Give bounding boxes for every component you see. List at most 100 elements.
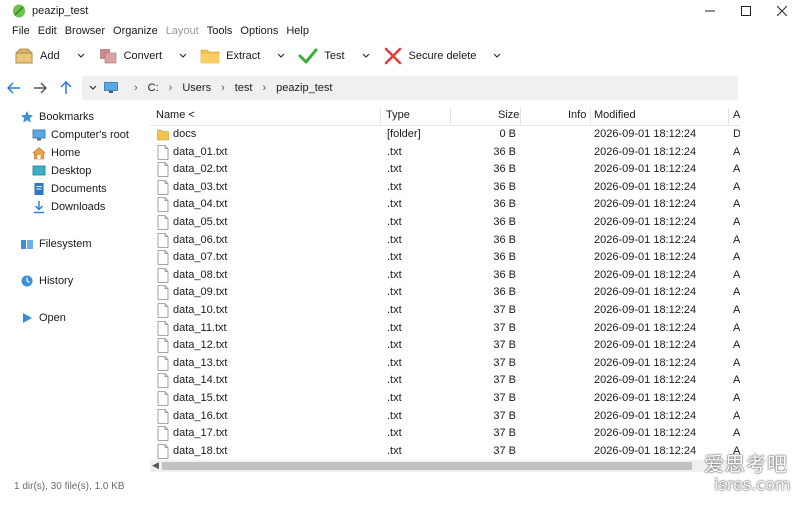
sidebar-history[interactable]: History <box>20 272 73 290</box>
minimize-button[interactable] <box>692 0 728 22</box>
table-row[interactable]: data_18.txt .txt 37 B 2026-09-01 18:12:24 A <box>150 443 740 461</box>
table-row[interactable]: docs [folder] 0 B 2026-09-01 18:12:24 D <box>150 126 740 144</box>
column-name[interactable]: Name < <box>156 109 195 121</box>
sidebar-open[interactable]: Open <box>20 309 66 327</box>
cell-size: 36 B <box>493 268 516 281</box>
test-button[interactable]: Test <box>298 42 345 70</box>
history-dropdown[interactable] <box>82 85 104 91</box>
table-row[interactable]: data_01.txt .txt 36 B 2026-09-01 18:12:24 A <box>150 144 740 162</box>
convert-dropdown[interactable] <box>176 53 190 59</box>
cell-modified: 2026-09-01 18:12:24 <box>594 444 697 457</box>
cell-attributes: A <box>733 251 740 264</box>
cell-type: .txt <box>387 392 402 404</box>
table-row[interactable]: data_05.txt .txt 36 B 2026-09-01 18:12:24 A <box>150 214 740 232</box>
column-attributes[interactable]: A <box>733 109 740 121</box>
cell-type: .txt <box>387 268 402 281</box>
scroll-left-icon[interactable]: ◀ <box>152 460 159 471</box>
menu-browser[interactable]: Browser <box>65 25 105 37</box>
table-row[interactable]: data_03.txt .txt 36 B 2026-09-01 18:12:24 A <box>150 179 740 197</box>
add-button[interactable]: Add <box>14 42 60 70</box>
cell-attributes: A <box>733 198 740 211</box>
cell-name: data_08.txt <box>173 268 228 281</box>
cell-size: 36 B <box>493 251 516 264</box>
play-triangle-icon <box>23 313 32 323</box>
sidebar-item-computers-root[interactable]: Computer's root <box>32 126 129 144</box>
cell-modified: 2026-09-01 18:12:24 <box>594 128 697 140</box>
cell-attributes: A <box>733 339 740 352</box>
cell-attributes: A <box>733 409 740 422</box>
chevron-right-icon: › <box>168 82 173 94</box>
cell-type: .txt <box>387 216 402 228</box>
table-row[interactable]: data_13.txt .txt 37 B 2026-09-01 18:12:24 A <box>150 355 740 373</box>
back-button[interactable] <box>2 77 26 99</box>
text-file-icon <box>157 391 169 406</box>
menu-options[interactable]: Options <box>240 25 278 37</box>
cell-modified: 2026-09-01 18:12:24 <box>594 356 697 369</box>
watermark: 爱思考吧 isres.com <box>704 448 794 496</box>
menu-help[interactable]: Help <box>286 25 309 37</box>
horizontal-scrollbar[interactable]: ◀ <box>150 460 740 472</box>
close-button[interactable] <box>764 0 800 22</box>
menu-file[interactable]: File <box>12 25 30 37</box>
convert-button[interactable]: Convert <box>98 42 162 70</box>
crumb-peazip-test[interactable]: peazip_test <box>276 82 332 94</box>
sidebar-item-home[interactable]: Home <box>32 144 80 162</box>
cell-attributes: A <box>733 145 740 158</box>
menu-layout[interactable]: Layout <box>166 25 199 37</box>
cell-type: .txt <box>387 163 402 176</box>
menu-organize[interactable]: Organize <box>113 25 158 37</box>
desktop-icon <box>32 165 46 176</box>
text-file-icon <box>157 355 169 371</box>
crumb-test[interactable]: test <box>235 82 253 94</box>
table-row[interactable]: data_02.txt .txt 36 B 2026-09-01 18:12:24 A <box>150 161 740 179</box>
forward-button[interactable] <box>28 77 52 99</box>
extract-button[interactable]: Extract <box>200 42 260 70</box>
column-modified[interactable]: Modified <box>594 109 636 121</box>
cell-modified: 2026-09-01 18:12:24 <box>594 374 697 387</box>
column-info[interactable]: Info <box>568 109 586 121</box>
table-row[interactable]: data_15.txt .txt 37 B 2026-09-01 18:12:24 A <box>150 390 740 408</box>
maximize-button[interactable] <box>728 0 764 22</box>
add-dropdown[interactable] <box>74 53 88 59</box>
table-row[interactable]: data_14.txt .txt 37 B 2026-09-01 18:12:24 A <box>150 372 740 390</box>
secure-delete-button[interactable]: Secure delete <box>383 42 476 70</box>
cell-type: .txt <box>387 198 402 211</box>
scrollbar-thumb[interactable] <box>162 462 692 470</box>
column-type[interactable]: Type <box>386 109 410 121</box>
table-row[interactable]: data_11.txt .txt 37 B 2026-09-01 18:12:24 A <box>150 320 740 338</box>
chevron-down-icon <box>89 85 97 90</box>
menu-tools[interactable]: Tools <box>207 25 233 37</box>
table-row[interactable]: data_16.txt .txt 37 B 2026-09-01 18:12:24 A <box>150 408 740 426</box>
table-row[interactable]: data_04.txt .txt 36 B 2026-09-01 18:12:24 A <box>150 196 740 214</box>
cell-modified: 2026-09-01 18:12:24 <box>594 321 697 334</box>
sidebar-item-downloads[interactable]: Downloads <box>32 198 105 216</box>
table-row[interactable]: data_09.txt .txt 36 B 2026-09-01 18:12:24 A <box>150 284 740 302</box>
test-dropdown[interactable] <box>359 53 373 59</box>
crumb-drive[interactable]: C: <box>148 82 159 94</box>
add-label: Add <box>40 50 60 62</box>
computer-icon[interactable] <box>104 82 118 94</box>
menu-edit[interactable]: Edit <box>38 25 57 37</box>
up-button[interactable] <box>54 77 78 99</box>
table-row[interactable]: data_07.txt .txt 36 B 2026-09-01 18:12:24 A <box>150 249 740 267</box>
secure-delete-dropdown[interactable] <box>490 53 504 59</box>
sidebar-item-documents[interactable]: Documents <box>32 180 107 198</box>
sidebar-filesystem[interactable]: Filesystem <box>20 235 92 253</box>
table-row[interactable]: data_12.txt .txt 37 B 2026-09-01 18:12:24 A <box>150 337 740 355</box>
cell-name: data_12.txt <box>173 339 228 352</box>
sidebar-item-desktop[interactable]: Desktop <box>32 162 91 180</box>
table-row[interactable]: data_17.txt .txt 37 B 2026-09-01 18:12:24 A <box>150 425 740 443</box>
text-file-icon <box>157 443 169 459</box>
cell-size: 36 B <box>493 145 516 158</box>
table-row[interactable]: data_10.txt .txt 37 B 2026-09-01 18:12:24 A <box>150 302 740 320</box>
extract-dropdown[interactable] <box>274 53 288 59</box>
column-size[interactable]: Size <box>498 109 519 121</box>
text-file-icon <box>157 338 169 354</box>
table-row[interactable]: data_08.txt .txt 36 B 2026-09-01 18:12:24 A <box>150 267 740 285</box>
window-title: peazip_test <box>32 5 89 17</box>
crumb-users[interactable]: Users <box>182 82 211 94</box>
sidebar-bookmarks[interactable]: Bookmarks <box>20 108 94 126</box>
text-file-icon <box>157 285 169 301</box>
table-row[interactable]: data_06.txt .txt 36 B 2026-09-01 18:12:24 A <box>150 232 740 250</box>
cell-modified: 2026-09-01 18:12:24 <box>594 427 697 440</box>
